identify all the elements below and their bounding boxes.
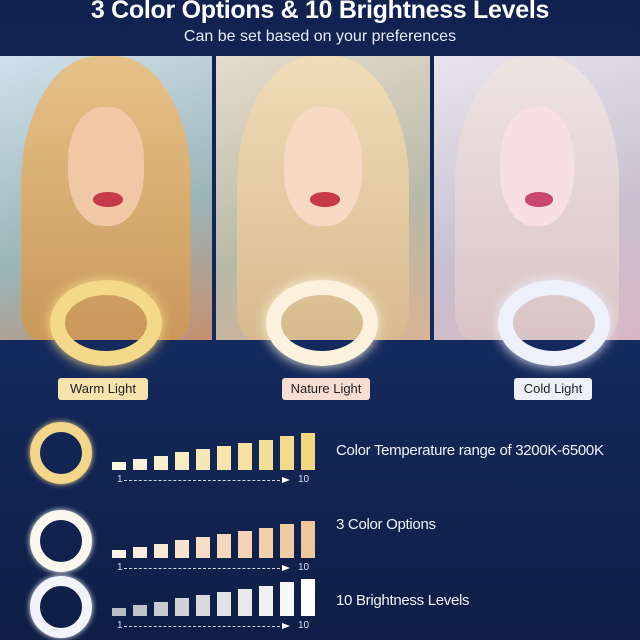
brightness-level-bar — [175, 540, 189, 558]
scale-start: 1 — [117, 620, 123, 631]
scale-dashed-line — [124, 568, 280, 569]
ring-light-cold — [498, 280, 610, 366]
brightness-level-bar — [217, 592, 231, 616]
arrow-right-icon — [282, 477, 290, 483]
scale-dashed-line — [124, 626, 280, 627]
ring-light-icon — [30, 576, 92, 638]
brightness-level-bar — [196, 595, 210, 616]
row-text-brightness-levels: 10 Brightness Levels — [336, 592, 470, 609]
brightness-level-bar — [259, 527, 273, 558]
brightness-level-bar — [238, 530, 252, 558]
brightness-level-bar — [217, 446, 231, 470]
brightness-level-bar — [238, 442, 252, 470]
brightness-level-bar — [175, 598, 189, 616]
subheadline: Can be set based on your preferences — [183, 28, 457, 45]
row-text-color-temperature: Color Temperature range of 3200K-6500K — [336, 442, 604, 459]
brightness-level-bar — [133, 546, 147, 558]
brightness-level-bar — [112, 462, 126, 470]
brightness-level-bar — [301, 579, 315, 616]
headline: 3 Color Options & 10 Brightness Levels — [90, 0, 550, 24]
label-warm-light: Warm Light — [58, 378, 148, 400]
scale-start: 1 — [117, 562, 123, 573]
ring-light-nature — [266, 280, 378, 366]
brightness-level-bar — [238, 588, 252, 616]
brightness-level-bar — [196, 537, 210, 558]
brightness-level-bar — [175, 452, 189, 470]
ring-light-icon — [30, 422, 92, 484]
scale-end: 10 — [298, 474, 310, 485]
brightness-level-bar — [196, 449, 210, 470]
brightness-level-bar — [280, 436, 294, 470]
brightness-level-bar — [259, 585, 273, 616]
arrow-right-icon — [282, 623, 290, 629]
brightness-level-bar — [217, 534, 231, 558]
ring-light-warm — [50, 280, 162, 366]
brightness-level-bar — [133, 458, 147, 470]
scale-end: 10 — [298, 620, 310, 631]
brightness-level-bar — [301, 521, 315, 558]
brightness-level-bar — [112, 550, 126, 558]
arrow-right-icon — [282, 565, 290, 571]
brightness-level-bar — [154, 601, 168, 616]
brightness-level-bar — [154, 455, 168, 470]
label-cold-light: Cold Light — [514, 378, 592, 400]
brightness-level-bar — [259, 439, 273, 470]
scale-dashed-line — [124, 480, 280, 481]
label-nature-light: Nature Light — [282, 378, 370, 400]
brightness-level-bar — [154, 543, 168, 558]
brightness-level-bar — [301, 433, 315, 470]
brightness-level-bar — [112, 608, 126, 616]
brightness-level-bar — [280, 582, 294, 616]
brightness-level-bar — [280, 524, 294, 558]
brightness-level-bar — [133, 604, 147, 616]
scale-end: 10 — [298, 562, 310, 573]
row-text-color-options: 3 Color Options — [336, 516, 436, 533]
ring-light-icon — [30, 510, 92, 572]
scale-start: 1 — [117, 474, 123, 485]
